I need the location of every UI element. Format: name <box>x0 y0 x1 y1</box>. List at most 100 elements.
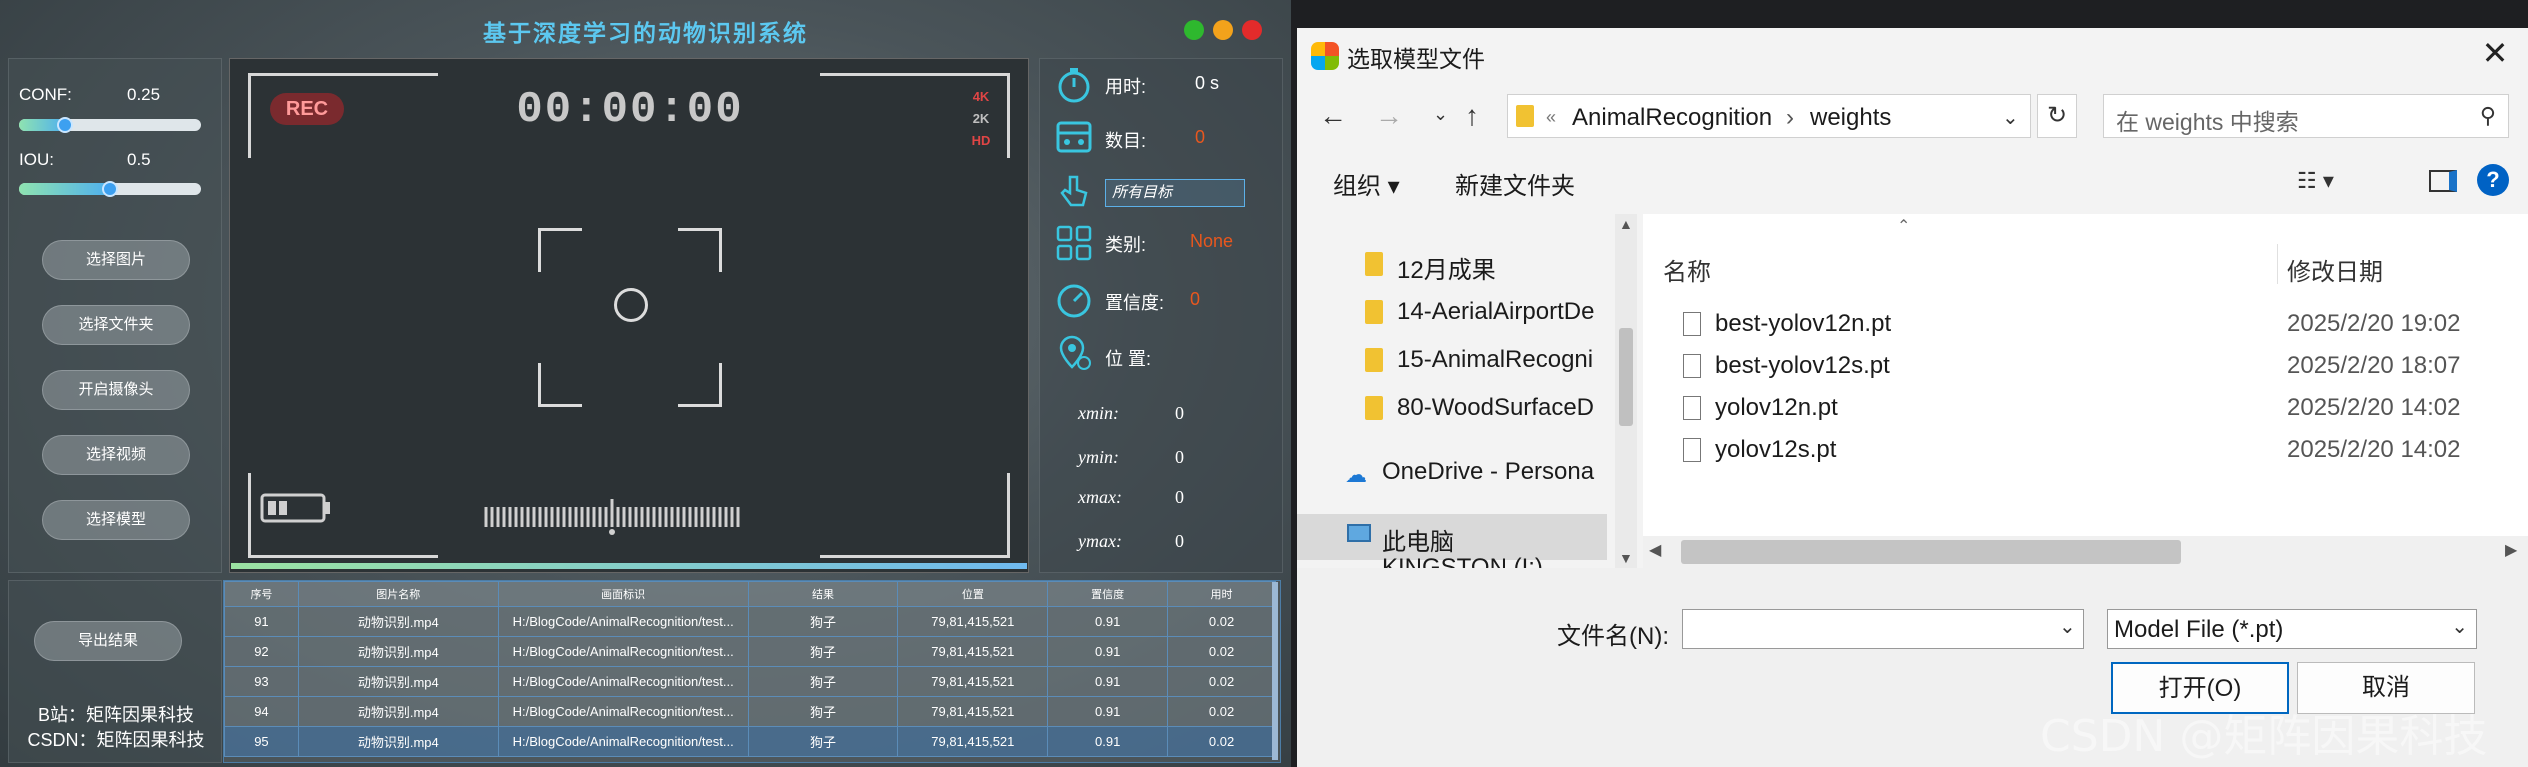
cell-position[interactable]: 79,81,415,521 <box>897 666 1049 697</box>
cell-image-name[interactable]: 动物识别.mp4 <box>297 606 499 637</box>
nav-item-onedrive[interactable]: OneDrive - Persona <box>1382 458 1607 486</box>
cell-position[interactable]: 79,81,415,521 <box>897 636 1049 667</box>
cell-index[interactable]: 91 <box>224 606 299 637</box>
cell-position[interactable]: 79,81,415,521 <box>897 606 1049 637</box>
video-progress-bar[interactable] <box>231 563 1027 569</box>
col-header-position[interactable]: 位置 <box>897 581 1049 607</box>
cell-index[interactable]: 92 <box>224 636 299 667</box>
cell-result[interactable]: 狗子 <box>747 696 899 727</box>
col-header-image-name[interactable]: 图片名称 <box>297 581 499 607</box>
col-header-result[interactable]: 结果 <box>747 581 899 607</box>
file-name[interactable]: yolov12n.pt <box>1715 394 1838 422</box>
cell-index[interactable]: 95 <box>224 726 299 757</box>
address-dropdown-icon[interactable]: ⌄ <box>2002 105 2019 130</box>
select-folder-button[interactable]: 选择文件夹 <box>42 305 190 345</box>
cell-frame-id[interactable]: H:/BlogCode/AnimalRecognition/test... <box>497 666 749 697</box>
cell-index[interactable]: 93 <box>224 666 299 697</box>
table-scrollbar[interactable] <box>1272 582 1278 760</box>
view-options-icon[interactable]: ☷ ▾ <box>2297 168 2334 194</box>
breadcrumb-weights[interactable]: weights <box>1810 104 1891 132</box>
table-row[interactable]: 92 动物识别.mp4 H:/BlogCode/AnimalRecognitio… <box>224 636 1276 667</box>
search-input[interactable]: 在 weights 中搜索 ⚲ <box>2103 94 2509 138</box>
cell-result[interactable]: 狗子 <box>747 726 899 757</box>
organize-menu-button[interactable]: 组织 ▾ <box>1333 166 1400 201</box>
conf-slider[interactable] <box>19 117 201 133</box>
cell-frame-id[interactable]: H:/BlogCode/AnimalRecognition/test... <box>497 606 749 637</box>
up-arrow-icon[interactable]: ↑ <box>1465 100 1479 132</box>
forward-arrow-icon[interactable]: → <box>1375 100 1403 132</box>
filename-dropdown-icon[interactable]: ⌄ <box>2059 614 2076 639</box>
cell-image-name[interactable]: 动物识别.mp4 <box>297 696 499 727</box>
nav-item-drive[interactable]: KINGSTON (I:) <box>1382 554 1592 568</box>
cell-frame-id[interactable]: H:/BlogCode/AnimalRecognition/test... <box>497 726 749 757</box>
cell-position[interactable]: 79,81,415,521 <box>897 726 1049 757</box>
cell-time[interactable]: 0.02 <box>1167 636 1276 667</box>
table-row[interactable]: 94 动物识别.mp4 H:/BlogCode/AnimalRecognitio… <box>224 696 1276 727</box>
cell-position[interactable]: 79,81,415,521 <box>897 696 1049 727</box>
breadcrumb-animalrecognition[interactable]: AnimalRecognition <box>1572 104 1772 132</box>
recent-chevron-icon[interactable]: ⌄ <box>1433 104 1448 125</box>
cell-time[interactable]: 0.02 <box>1167 726 1276 757</box>
address-bar[interactable]: « AnimalRecognition › weights ⌄ <box>1507 94 2031 138</box>
breadcrumb-overflow[interactable]: « <box>1546 107 1556 128</box>
scroll-left-icon[interactable]: ◀ <box>1649 540 1661 560</box>
cell-image-name[interactable]: 动物识别.mp4 <box>297 726 499 757</box>
cell-index[interactable]: 94 <box>224 696 299 727</box>
target-select[interactable]: 所有目标 <box>1105 179 1245 207</box>
cell-frame-id[interactable]: H:/BlogCode/AnimalRecognition/test... <box>497 636 749 667</box>
open-camera-button[interactable]: 开启摄像头 <box>42 370 190 410</box>
filetype-select[interactable]: Model File (*.pt) ⌄ <box>2107 609 2477 649</box>
table-row[interactable]: 93 动物识别.mp4 H:/BlogCode/AnimalRecognitio… <box>224 666 1276 697</box>
column-name-header[interactable]: 名称 <box>1663 252 1711 287</box>
new-folder-button[interactable]: 新建文件夹 <box>1455 166 1575 201</box>
help-icon[interactable]: ? <box>2477 164 2509 196</box>
cell-confidence[interactable]: 0.91 <box>1047 606 1169 637</box>
select-video-button[interactable]: 选择视频 <box>42 435 190 475</box>
column-date-header[interactable]: 修改日期 <box>2287 252 2383 287</box>
table-row-selected[interactable]: 95 动物识别.mp4 H:/BlogCode/AnimalRecognitio… <box>224 726 1276 757</box>
scroll-down-icon[interactable]: ▼ <box>1619 550 1633 566</box>
col-header-index[interactable]: 序号 <box>224 581 299 607</box>
cell-frame-id[interactable]: H:/BlogCode/AnimalRecognition/test... <box>497 696 749 727</box>
cell-confidence[interactable]: 0.91 <box>1047 696 1169 727</box>
refresh-icon[interactable]: ↻ <box>2037 94 2077 138</box>
file-name[interactable]: best-yolov12s.pt <box>1715 352 1890 380</box>
cell-result[interactable]: 狗子 <box>747 666 899 697</box>
nav-scroll-thumb[interactable] <box>1619 328 1633 426</box>
preview-pane-icon[interactable] <box>2429 170 2457 192</box>
cell-result[interactable]: 狗子 <box>747 606 899 637</box>
iou-slider-handle[interactable] <box>102 181 118 197</box>
cell-result[interactable]: 狗子 <box>747 636 899 667</box>
select-image-button[interactable]: 选择图片 <box>42 240 190 280</box>
cell-confidence[interactable]: 0.91 <box>1047 666 1169 697</box>
dialog-close-icon[interactable]: ✕ <box>2475 34 2515 72</box>
table-row[interactable]: 91 动物识别.mp4 H:/BlogCode/AnimalRecognitio… <box>224 606 1276 637</box>
nav-item-this-pc[interactable]: 此电脑 <box>1382 522 1592 557</box>
cell-image-name[interactable]: 动物识别.mp4 <box>297 636 499 667</box>
export-results-button[interactable]: 导出结果 <box>34 621 182 661</box>
hscroll-thumb[interactable] <box>1681 540 2181 564</box>
nav-item-folder[interactable]: 14-AerialAirportDe <box>1397 298 1607 326</box>
back-arrow-icon[interactable]: ← <box>1319 100 1347 132</box>
maximize-button[interactable] <box>1184 20 1204 40</box>
cell-confidence[interactable]: 0.91 <box>1047 636 1169 667</box>
file-name[interactable]: best-yolov12n.pt <box>1715 310 1891 338</box>
cell-time[interactable]: 0.02 <box>1167 666 1276 697</box>
nav-item-folder[interactable]: 15-AnimalRecogni <box>1397 346 1607 374</box>
conf-slider-handle[interactable] <box>57 117 73 133</box>
col-header-time[interactable]: 用时 <box>1167 581 1276 607</box>
cell-image-name[interactable]: 动物识别.mp4 <box>297 666 499 697</box>
file-name[interactable]: yolov12s.pt <box>1715 436 1836 464</box>
filename-input[interactable] <box>1682 609 2084 649</box>
col-header-confidence[interactable]: 置信度 <box>1047 581 1169 607</box>
nav-item-folder[interactable]: 12月成果 <box>1397 250 1607 285</box>
scroll-right-icon[interactable]: ▶ <box>2505 540 2517 560</box>
close-button[interactable] <box>1242 20 1262 40</box>
nav-item-folder[interactable]: 80-WoodSurfaceD <box>1397 394 1607 422</box>
cell-time[interactable]: 0.02 <box>1167 606 1276 637</box>
scroll-up-icon[interactable]: ▲ <box>1619 216 1633 232</box>
minimize-button[interactable] <box>1213 20 1233 40</box>
iou-slider[interactable] <box>19 181 201 197</box>
cell-confidence[interactable]: 0.91 <box>1047 726 1169 757</box>
col-header-frame-id[interactable]: 画面标识 <box>497 581 749 607</box>
